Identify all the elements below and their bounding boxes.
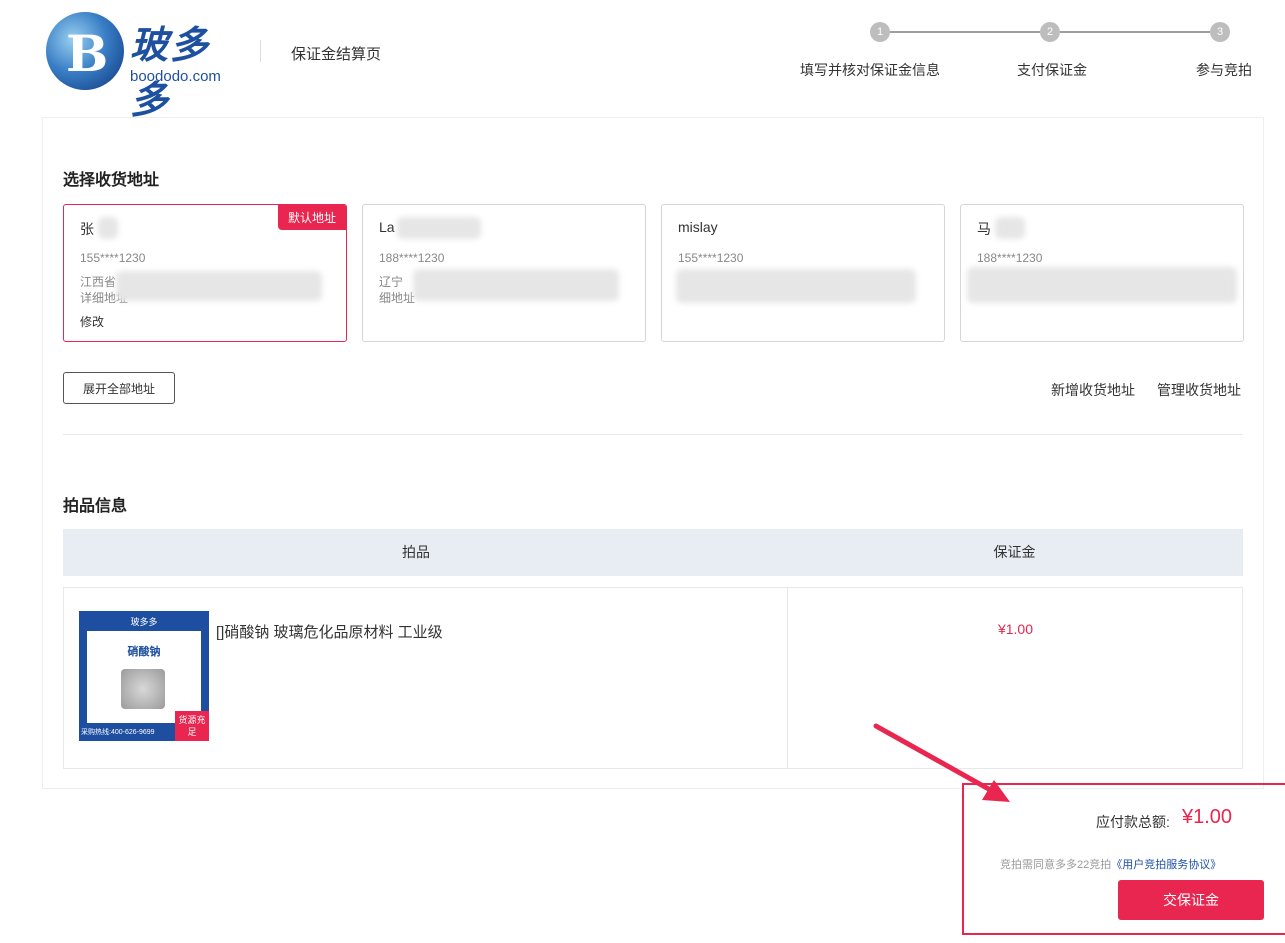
service-agreement-link[interactable]: 《用户竞拍服务协议》 xyxy=(1111,859,1221,871)
step-2-dot: 2 xyxy=(1040,22,1060,42)
product-deposit-amount: ¥1.00 xyxy=(997,621,1034,637)
agreement-prefix: 竞拍需同意多多22竞拍 xyxy=(1000,859,1112,871)
address-phone: 188****1230 xyxy=(977,251,1043,265)
total-amount-value: ¥1.00 xyxy=(1182,806,1233,828)
address-recipient-name: 张 xyxy=(80,221,94,237)
product-title-link[interactable]: []硝酸钠 玻璃危化品原材料 工业级 xyxy=(216,621,443,642)
address-detail: 细地址 xyxy=(379,291,416,305)
privacy-blur xyxy=(413,269,619,301)
address-card[interactable]: mislay 155****1230 xyxy=(661,204,945,342)
column-header-deposit: 保证金 xyxy=(993,544,1036,560)
step-connector xyxy=(1060,31,1210,33)
product-image-name: 硝酸钠 xyxy=(127,646,161,658)
step-1-label: 填写并核对保证金信息 xyxy=(800,62,940,78)
address-card-default[interactable]: 默认地址 张 155****1230 江西省 详细地址 修改 xyxy=(63,204,347,342)
step-3-dot: 3 xyxy=(1210,22,1230,42)
address-phone: 155****1230 xyxy=(80,251,146,265)
logo-domain: boododo.com xyxy=(130,68,221,85)
section-divider xyxy=(63,434,1243,435)
page-title: 保证金结算页 xyxy=(291,46,382,63)
column-divider xyxy=(787,588,788,768)
pay-deposit-button[interactable]: 交保证金 xyxy=(1118,880,1264,920)
address-recipient-name: La xyxy=(379,219,395,235)
agreement-notice: 竞拍需同意多多22竞拍《用户竞拍服务协议》 xyxy=(1000,856,1221,872)
table-row: 玻多多 硝酸钠 采购热线:400-626-9699 货源充足 []硝酸钠 玻璃危… xyxy=(63,587,1243,769)
privacy-blur xyxy=(116,271,322,301)
address-recipient-name: mislay xyxy=(678,219,718,235)
address-line: 江西省 xyxy=(80,275,117,289)
progress-steps: 1 2 3 填写并核对保证金信息 支付保证金 参与竞拍 xyxy=(790,22,1270,82)
edit-address-link[interactable]: 修改 xyxy=(80,313,104,330)
header-divider xyxy=(260,40,261,62)
step-2-label: 支付保证金 xyxy=(1017,62,1087,78)
product-image[interactable]: 玻多多 硝酸钠 采购热线:400-626-9699 货源充足 xyxy=(79,611,209,741)
add-address-link[interactable]: 新增收货地址 xyxy=(1051,380,1135,400)
logo-globe-icon: B xyxy=(46,12,124,90)
privacy-blur xyxy=(995,217,1025,239)
manage-address-link[interactable]: 管理收货地址 xyxy=(1157,380,1241,400)
expand-all-addresses-button[interactable]: 展开全部地址 xyxy=(63,372,175,404)
address-line: 辽宁 xyxy=(379,275,404,289)
product-section-title: 拍品信息 xyxy=(63,498,128,515)
step-3-label: 参与竞拍 xyxy=(1196,62,1252,78)
product-sample-photo xyxy=(121,669,165,709)
address-card[interactable]: La 188****1230 辽宁 细地址 xyxy=(362,204,646,342)
product-table-header: 拍品 保证金 xyxy=(63,529,1243,576)
address-phone: 188****1230 xyxy=(379,251,445,265)
address-card[interactable]: 马 188****1230 xyxy=(960,204,1244,342)
product-image-logo: 玻多多 xyxy=(130,617,158,627)
product-image-tag: 货源充足 xyxy=(175,711,209,741)
privacy-blur xyxy=(397,217,481,239)
address-recipient-name: 马 xyxy=(977,221,991,237)
checkout-panel: 选择收货地址 默认地址 张 155****1230 江西省 详细地址 修改 La… xyxy=(42,117,1264,789)
column-header-item: 拍品 xyxy=(402,544,430,560)
site-logo[interactable]: B 玻多多 boododo.com xyxy=(46,12,246,122)
address-phone: 155****1230 xyxy=(678,251,744,265)
address-section-title: 选择收货地址 xyxy=(63,172,160,189)
privacy-blur xyxy=(98,217,118,239)
default-address-badge: 默认地址 xyxy=(277,205,346,230)
step-1-dot: 1 xyxy=(870,22,890,42)
total-amount-label: 应付款总额: xyxy=(1096,814,1170,830)
step-connector xyxy=(890,31,1040,33)
privacy-blur xyxy=(676,269,916,303)
product-image-hotline: 采购热线:400-626-9699 xyxy=(81,729,155,736)
privacy-blur xyxy=(967,267,1237,303)
